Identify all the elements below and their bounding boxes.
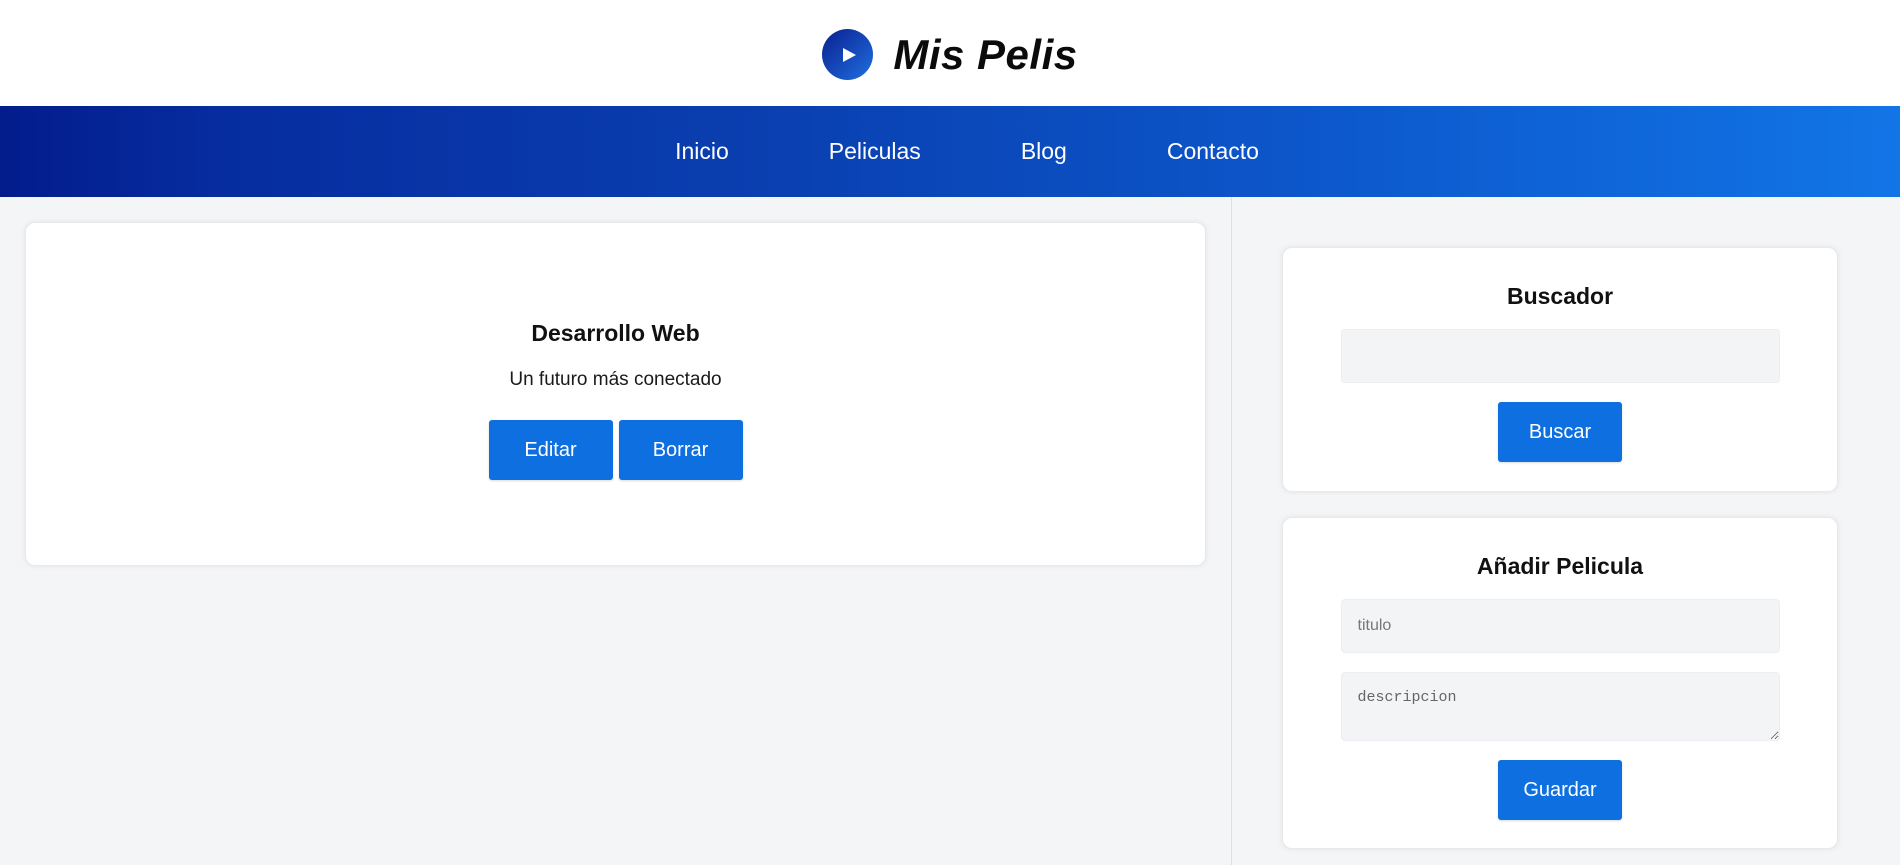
save-button[interactable]: Guardar (1498, 760, 1622, 820)
search-input[interactable] (1340, 329, 1780, 383)
nav-item-peliculas[interactable]: Peliculas (779, 128, 971, 174)
sidebar: Buscador Buscar Añadir Pelicula Guardar (1231, 197, 1900, 865)
search-button[interactable]: Buscar (1498, 402, 1622, 462)
nav-item-contacto[interactable]: Contacto (1117, 128, 1309, 174)
site-header: Mis Pelis (0, 0, 1900, 106)
search-card: Buscador Buscar (1282, 247, 1838, 492)
delete-button[interactable]: Borrar (618, 420, 743, 480)
movie-description-textarea[interactable] (1340, 672, 1780, 741)
add-movie-card: Añadir Pelicula Guardar (1282, 517, 1838, 849)
logo[interactable]: Mis Pelis (822, 29, 1077, 80)
play-icon (822, 29, 874, 80)
movie-title-input[interactable] (1340, 599, 1780, 653)
nav-item-blog[interactable]: Blog (971, 128, 1117, 174)
nav-item-inicio[interactable]: Inicio (625, 128, 779, 174)
nav-list: Inicio Peliculas Blog Contacto (625, 138, 1309, 165)
site-title: Mis Pelis (893, 30, 1078, 78)
article-description: Un futuro más conectado (509, 369, 722, 390)
edit-button[interactable]: Editar (488, 420, 613, 480)
main-content: Desarrollo Web Un futuro más conectado E… (0, 197, 1231, 865)
main-nav: Inicio Peliculas Blog Contacto (0, 106, 1900, 197)
article-title: Desarrollo Web (531, 320, 700, 346)
search-title: Buscador (1506, 283, 1614, 309)
article-actions: Editar Borrar (488, 420, 743, 480)
add-movie-title: Añadir Pelicula (1476, 553, 1644, 579)
article-card: Desarrollo Web Un futuro más conectado E… (25, 222, 1206, 566)
